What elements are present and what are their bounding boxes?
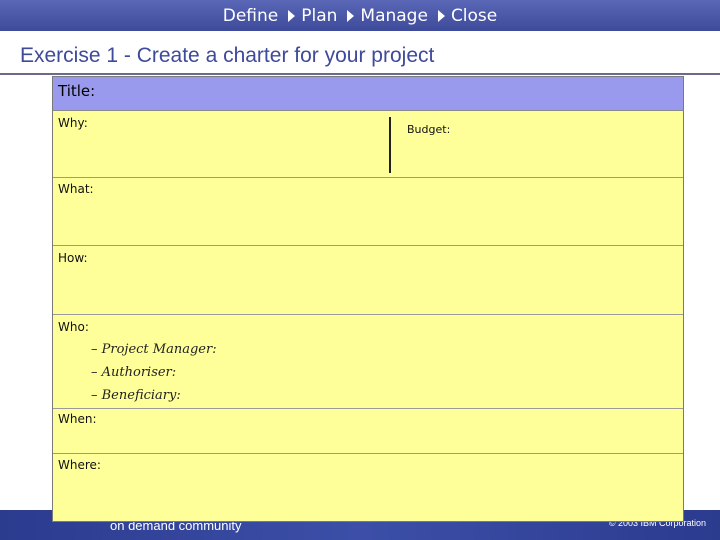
why-field[interactable]: Why: Budget: [53, 111, 683, 178]
why-budget-divider [389, 117, 391, 173]
why-label: Why: [58, 116, 88, 130]
how-label: How: [58, 251, 88, 265]
where-field[interactable]: Where: [53, 454, 683, 521]
title-label: Title: [58, 82, 96, 100]
where-label: Where: [58, 458, 101, 472]
breadcrumb-manage[interactable]: Manage [360, 6, 428, 26]
what-label: What: [58, 182, 94, 196]
when-label: When: [58, 412, 97, 426]
chevron-right-icon [288, 9, 296, 22]
chevron-right-icon [437, 9, 445, 22]
breadcrumb-plan[interactable]: Plan [301, 6, 337, 26]
title-divider [0, 73, 720, 75]
chevron-right-icon [347, 9, 355, 22]
who-label: Who: [58, 320, 89, 334]
when-field[interactable]: When: [53, 409, 683, 454]
who-authoriser: – Authoriser: [91, 365, 177, 380]
breadcrumb: Define Plan Manage Close [0, 0, 720, 31]
who-project-manager: – Project Manager: [91, 342, 217, 357]
title-field[interactable]: Title: [53, 77, 683, 111]
who-field[interactable]: Who: – Project Manager: – Authoriser: – … [53, 315, 683, 409]
breadcrumb-close[interactable]: Close [451, 6, 497, 26]
what-field[interactable]: What: [53, 178, 683, 246]
page-title: Exercise 1 - Create a charter for your p… [20, 44, 435, 67]
charter-form: Title: Why: Budget: What: How: Who: – Pr… [52, 76, 684, 522]
who-beneficiary: – Beneficiary: [91, 388, 181, 403]
breadcrumb-define[interactable]: Define [223, 6, 279, 26]
budget-label: Budget: [407, 123, 451, 136]
how-field[interactable]: How: [53, 246, 683, 315]
